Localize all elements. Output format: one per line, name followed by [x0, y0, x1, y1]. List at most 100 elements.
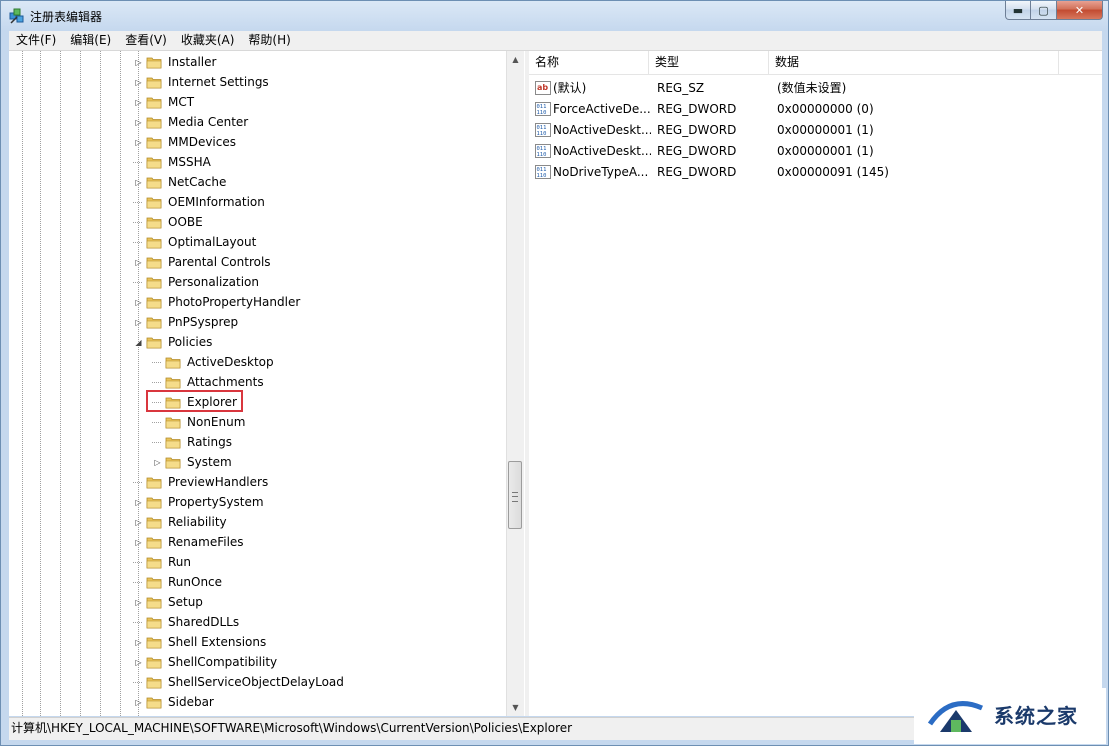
- expand-arrow-icon[interactable]: ▷: [133, 178, 144, 187]
- tree-connector: [133, 578, 144, 587]
- expand-arrow-icon[interactable]: ▷: [133, 258, 144, 267]
- expand-arrow-icon[interactable]: ▷: [133, 658, 144, 667]
- tree-item[interactable]: ▷ Parental Controls: [133, 252, 273, 272]
- tree-item[interactable]: ▷ Reliability: [133, 512, 229, 532]
- folder-icon: [146, 317, 162, 328]
- tree-item-label: OptimalLayout: [168, 235, 257, 249]
- expand-arrow-icon[interactable]: ▷: [133, 638, 144, 647]
- tree-item[interactable]: ▷ Internet Settings: [133, 72, 271, 92]
- tree-item[interactable]: ▷ PhotoPropertyHandler: [133, 292, 302, 312]
- expand-arrow-icon[interactable]: ▷: [133, 538, 144, 547]
- tree-item-label: PropertySystem: [168, 495, 264, 509]
- tree-item[interactable]: Run: [133, 552, 193, 572]
- folder-icon: [165, 457, 181, 468]
- tree-guide-line: [60, 51, 61, 716]
- folder-icon: [165, 437, 181, 448]
- folder-icon: [165, 377, 181, 388]
- close-button[interactable]: ✕: [1057, 1, 1103, 20]
- expand-arrow-icon[interactable]: ▷: [133, 598, 144, 607]
- tree-item[interactable]: MSSHA: [133, 152, 213, 172]
- tree-item[interactable]: ▷ MCT: [133, 92, 196, 112]
- scroll-down-arrow-icon[interactable]: ▼: [507, 699, 524, 716]
- tree-item[interactable]: ▷ MMDevices: [133, 132, 238, 152]
- scroll-up-arrow-icon[interactable]: ▲: [507, 51, 524, 68]
- tree-item-label: SharedDLLs: [168, 615, 240, 629]
- menu-favorites[interactable]: 收藏夹(A): [174, 31, 242, 50]
- tree-item[interactable]: RunOnce: [133, 572, 224, 592]
- menu-bar: 文件(F) 编辑(E) 查看(V) 收藏夹(A) 帮助(H): [9, 31, 1102, 51]
- tree-item[interactable]: ▷ Sidebar: [133, 692, 216, 712]
- value-row[interactable]: 011 110 NoActiveDeskt... REG_DWORD 0x0000000…: [529, 119, 1061, 140]
- expand-arrow-icon[interactable]: ▷: [133, 98, 144, 107]
- tree-item[interactable]: ShellServiceObjectDelayLoad: [133, 672, 346, 692]
- value-data: 0x00000001 (1): [777, 122, 874, 137]
- tree-item-label: MSSHA: [168, 155, 211, 169]
- expand-arrow-icon[interactable]: ▷: [133, 138, 144, 147]
- tree-item[interactable]: OEMInformation: [133, 192, 267, 212]
- tree-connector: [133, 278, 144, 287]
- menu-file[interactable]: 文件(F): [9, 31, 63, 50]
- folder-icon: [146, 237, 162, 248]
- key-tree-pane[interactable]: ▷ Installer ▷ Internet Settings ▷ MCT ▷ Media C…: [9, 51, 526, 716]
- folder-icon: [146, 497, 162, 508]
- tree-scrollbar[interactable]: ▲ ▼: [506, 51, 524, 716]
- expand-arrow-icon[interactable]: ▷: [133, 318, 144, 327]
- expand-arrow-icon[interactable]: ▷: [133, 118, 144, 127]
- tree-item-label: Policies: [168, 335, 213, 349]
- column-header-data[interactable]: 数据: [769, 51, 1059, 74]
- expand-arrow-icon[interactable]: ▷: [133, 78, 144, 87]
- menu-view[interactable]: 查看(V): [118, 31, 174, 50]
- tree-item[interactable]: ▷ NetCache: [133, 172, 228, 192]
- tree-item[interactable]: ▷ RenameFiles: [133, 532, 246, 552]
- tree-item[interactable]: Personalization: [133, 272, 261, 292]
- tree-guide-line: [40, 51, 41, 716]
- tree-item[interactable]: ▷ Shell Extensions: [133, 632, 268, 652]
- tree-item[interactable]: SharedDLLs: [133, 612, 241, 632]
- minimize-button[interactable]: ▬: [1005, 1, 1031, 20]
- tree-item[interactable]: NonEnum: [152, 412, 247, 432]
- collapse-arrow-icon[interactable]: ◢: [133, 338, 144, 347]
- column-header-type[interactable]: 类型: [649, 51, 769, 74]
- tree-item[interactable]: Ratings: [152, 432, 234, 452]
- expand-arrow-icon[interactable]: ▷: [133, 58, 144, 67]
- value-row[interactable]: 011 110 NoDriveTypeA... REG_DWORD 0x00000091…: [529, 161, 1061, 182]
- svg-text:110: 110: [537, 110, 547, 116]
- tree-item[interactable]: ▷ PropertySystem: [133, 492, 266, 512]
- tree-item[interactable]: ▷ ShellCompatibility: [133, 652, 279, 672]
- tree-item[interactable]: ▷ Installer: [133, 52, 218, 72]
- tree-item[interactable]: ▷ Setup: [133, 592, 205, 612]
- menu-edit[interactable]: 编辑(E): [63, 31, 118, 50]
- title-bar[interactable]: 注册表编辑器 ▬ ▢ ✕: [1, 1, 1108, 31]
- tree-item[interactable]: PreviewHandlers: [133, 472, 270, 492]
- tree-item[interactable]: ActiveDesktop: [152, 352, 276, 372]
- tree-item[interactable]: ▷ PnPSysprep: [133, 312, 240, 332]
- value-row[interactable]: 011 110 ForceActiveDe... REG_DWORD 0x0000000…: [529, 98, 1061, 119]
- tree-item[interactable]: OptimalLayout: [133, 232, 258, 252]
- column-header-name[interactable]: 名称: [529, 51, 649, 74]
- tree-item[interactable]: ◢ Policies: [133, 332, 214, 352]
- menu-help[interactable]: 帮助(H): [241, 31, 297, 50]
- folder-icon: [146, 617, 162, 628]
- value-name: NoActiveDeskt...: [553, 143, 651, 158]
- value-row[interactable]: ab (默认) REG_SZ (数值未设置): [529, 77, 1061, 98]
- expand-arrow-icon[interactable]: ▷: [152, 458, 163, 467]
- expand-arrow-icon[interactable]: ▷: [133, 498, 144, 507]
- expand-arrow-icon[interactable]: ▷: [133, 518, 144, 527]
- tree-item-label: Media Center: [168, 115, 249, 129]
- list-header: 名称 类型 数据: [529, 51, 1102, 75]
- tree-item[interactable]: ▷ Media Center: [133, 112, 250, 132]
- folder-icon: [146, 157, 162, 168]
- values-list-pane[interactable]: 名称 类型 数据 ab (默认) REG_SZ (数值未设置) 011 110 ForceA…: [529, 51, 1102, 716]
- tree-item[interactable]: Attachments: [152, 372, 266, 392]
- value-row[interactable]: 011 110 NoActiveDeskt... REG_DWORD 0x0000000…: [529, 140, 1061, 161]
- tree-item[interactable]: ▷ System: [152, 452, 234, 472]
- tree-item-label: NonEnum: [187, 415, 246, 429]
- scrollbar-thumb[interactable]: [508, 461, 522, 529]
- expand-arrow-icon[interactable]: ▷: [133, 298, 144, 307]
- expand-arrow-icon[interactable]: ▷: [133, 698, 144, 707]
- folder-icon: [146, 97, 162, 108]
- folder-icon: [146, 77, 162, 88]
- maximize-button[interactable]: ▢: [1031, 1, 1057, 20]
- tree-item-label: OEMInformation: [168, 195, 265, 209]
- tree-item[interactable]: OOBE: [133, 212, 205, 232]
